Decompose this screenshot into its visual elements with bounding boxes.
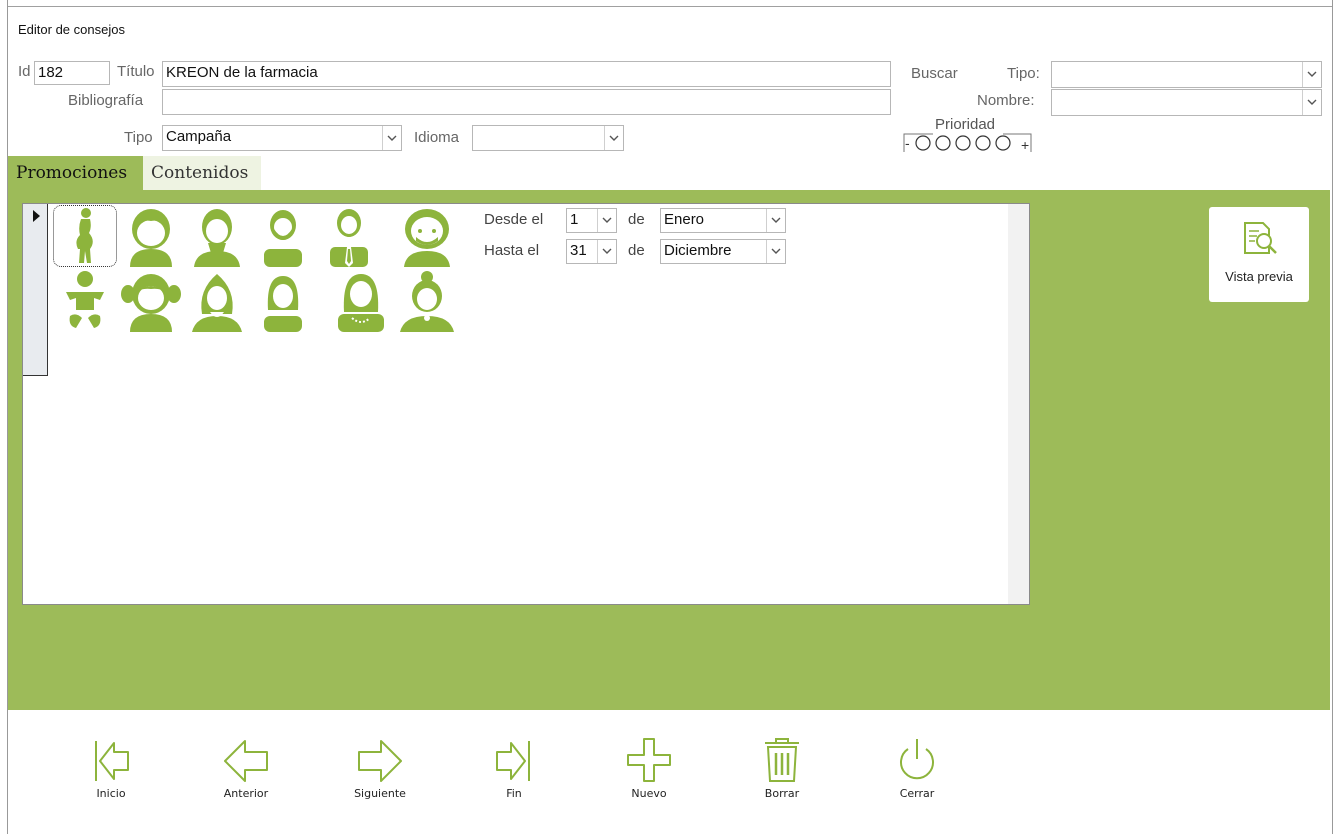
titulo-label: Título: [117, 63, 155, 80]
de-label: de: [628, 211, 645, 228]
tab-contenidos[interactable]: Contenidos: [143, 156, 261, 190]
anterior-button[interactable]: Anterior: [201, 735, 291, 805]
elderly-man-icon[interactable]: [396, 205, 458, 267]
last-record-icon: [496, 741, 530, 781]
idioma-select[interactable]: [472, 125, 624, 151]
bibliografia-field[interactable]: [162, 89, 891, 115]
titulo-field[interactable]: KREON de la farmacia: [162, 61, 891, 87]
inicio-label: Inicio: [96, 787, 126, 800]
nuevo-label: Nuevo: [631, 787, 667, 800]
anterior-label: Anterior: [223, 787, 269, 800]
hasta-label: Hasta el: [484, 242, 540, 259]
young-woman-icon[interactable]: [186, 270, 248, 332]
desde-month-value: Enero: [664, 211, 705, 228]
desde-month-select[interactable]: Enero: [660, 208, 786, 233]
search-nombre-label: Nombre:: [977, 92, 1035, 109]
first-record-icon: [95, 741, 129, 781]
tipo-select-value: Campaña: [166, 128, 232, 145]
record-pointer-icon: [33, 210, 40, 222]
hasta-day-select[interactable]: 31: [566, 239, 617, 264]
arrow-right-icon: [358, 740, 402, 782]
fin-label: Fin: [506, 787, 522, 800]
pregnant-woman-icon[interactable]: [54, 205, 116, 267]
priority-label: Prioridad: [935, 116, 996, 133]
fin-button[interactable]: Fin: [469, 735, 559, 805]
boy-icon[interactable]: [120, 205, 182, 267]
borrar-label: Borrar: [764, 787, 800, 800]
priority-group: Prioridad - +: [903, 116, 1033, 154]
priority-plus[interactable]: +: [1021, 137, 1029, 153]
vista-previa-label: Vista previa: [1225, 269, 1293, 284]
young-man-icon[interactable]: [186, 205, 248, 267]
idioma-label: Idioma: [414, 129, 460, 146]
hasta-month-value: Diciembre: [664, 242, 732, 259]
desde-label: Desde el: [484, 211, 544, 228]
tipo-select[interactable]: Campaña: [162, 125, 402, 151]
power-icon: [900, 739, 934, 780]
vista-previa-button[interactable]: Vista previa: [1209, 207, 1309, 302]
woman-with-necklace-icon[interactable]: [330, 270, 392, 332]
search-tipo-select[interactable]: [1051, 61, 1322, 88]
hasta-day-value: 31: [570, 242, 587, 259]
man-with-tie-icon[interactable]: [318, 205, 380, 267]
document-search-icon: [1244, 222, 1277, 254]
window-title: Editor de consejos: [18, 22, 125, 37]
priority-circle[interactable]: [975, 135, 991, 151]
bibliografia-label: Bibliografía: [68, 92, 144, 109]
siguiente-button[interactable]: Siguiente: [335, 735, 425, 805]
hasta-month-select[interactable]: Diciembre: [660, 239, 786, 264]
plus-icon: [627, 738, 671, 782]
cerrar-button[interactable]: Cerrar: [872, 735, 962, 805]
borrar-button[interactable]: Borrar: [737, 735, 827, 805]
id-label: Id: [18, 63, 31, 80]
tab-contenidos-label: Contenidos: [151, 163, 249, 183]
chevron-down-icon[interactable]: [597, 240, 616, 263]
subform-scrollbar[interactable]: [1008, 204, 1029, 604]
desde-day-select[interactable]: 1: [566, 208, 617, 233]
record-selector[interactable]: [23, 204, 48, 376]
woman-icon[interactable]: [252, 270, 314, 332]
chevron-down-icon[interactable]: [604, 126, 623, 150]
tab-promociones-label: Promociones: [16, 163, 128, 183]
desde-day-value: 1: [570, 211, 579, 228]
chevron-down-icon[interactable]: [1302, 62, 1321, 87]
chevron-down-icon[interactable]: [766, 209, 785, 232]
priority-circle[interactable]: [955, 135, 971, 151]
tab-promociones[interactable]: Promociones: [8, 156, 143, 190]
elderly-woman-icon[interactable]: [396, 270, 458, 332]
de-label: de: [628, 242, 645, 259]
siguiente-label: Siguiente: [354, 787, 406, 800]
chevron-down-icon[interactable]: [382, 126, 401, 150]
bearded-man-icon[interactable]: [252, 205, 314, 267]
cerrar-label: Cerrar: [899, 787, 935, 800]
inicio-button[interactable]: Inicio: [66, 735, 156, 805]
priority-circle[interactable]: [995, 135, 1011, 151]
nuevo-button[interactable]: Nuevo: [604, 735, 694, 805]
chevron-down-icon[interactable]: [766, 240, 785, 263]
priority-circle[interactable]: [935, 135, 951, 151]
baby-icon[interactable]: [54, 270, 116, 332]
tipo-label: Tipo: [124, 129, 153, 146]
arrow-left-icon: [224, 740, 268, 782]
buscar-label: Buscar: [911, 65, 958, 82]
search-nombre-select[interactable]: [1051, 89, 1322, 116]
id-field[interactable]: 182: [34, 61, 110, 85]
chevron-down-icon[interactable]: [597, 209, 616, 232]
girl-icon[interactable]: [120, 270, 182, 332]
priority-circle[interactable]: [915, 135, 931, 151]
priority-rating[interactable]: [915, 135, 1025, 151]
chevron-down-icon[interactable]: [1302, 90, 1321, 115]
search-tipo-label: Tipo:: [1007, 65, 1040, 82]
priority-minus[interactable]: -: [905, 135, 910, 151]
trash-icon: [765, 738, 799, 782]
